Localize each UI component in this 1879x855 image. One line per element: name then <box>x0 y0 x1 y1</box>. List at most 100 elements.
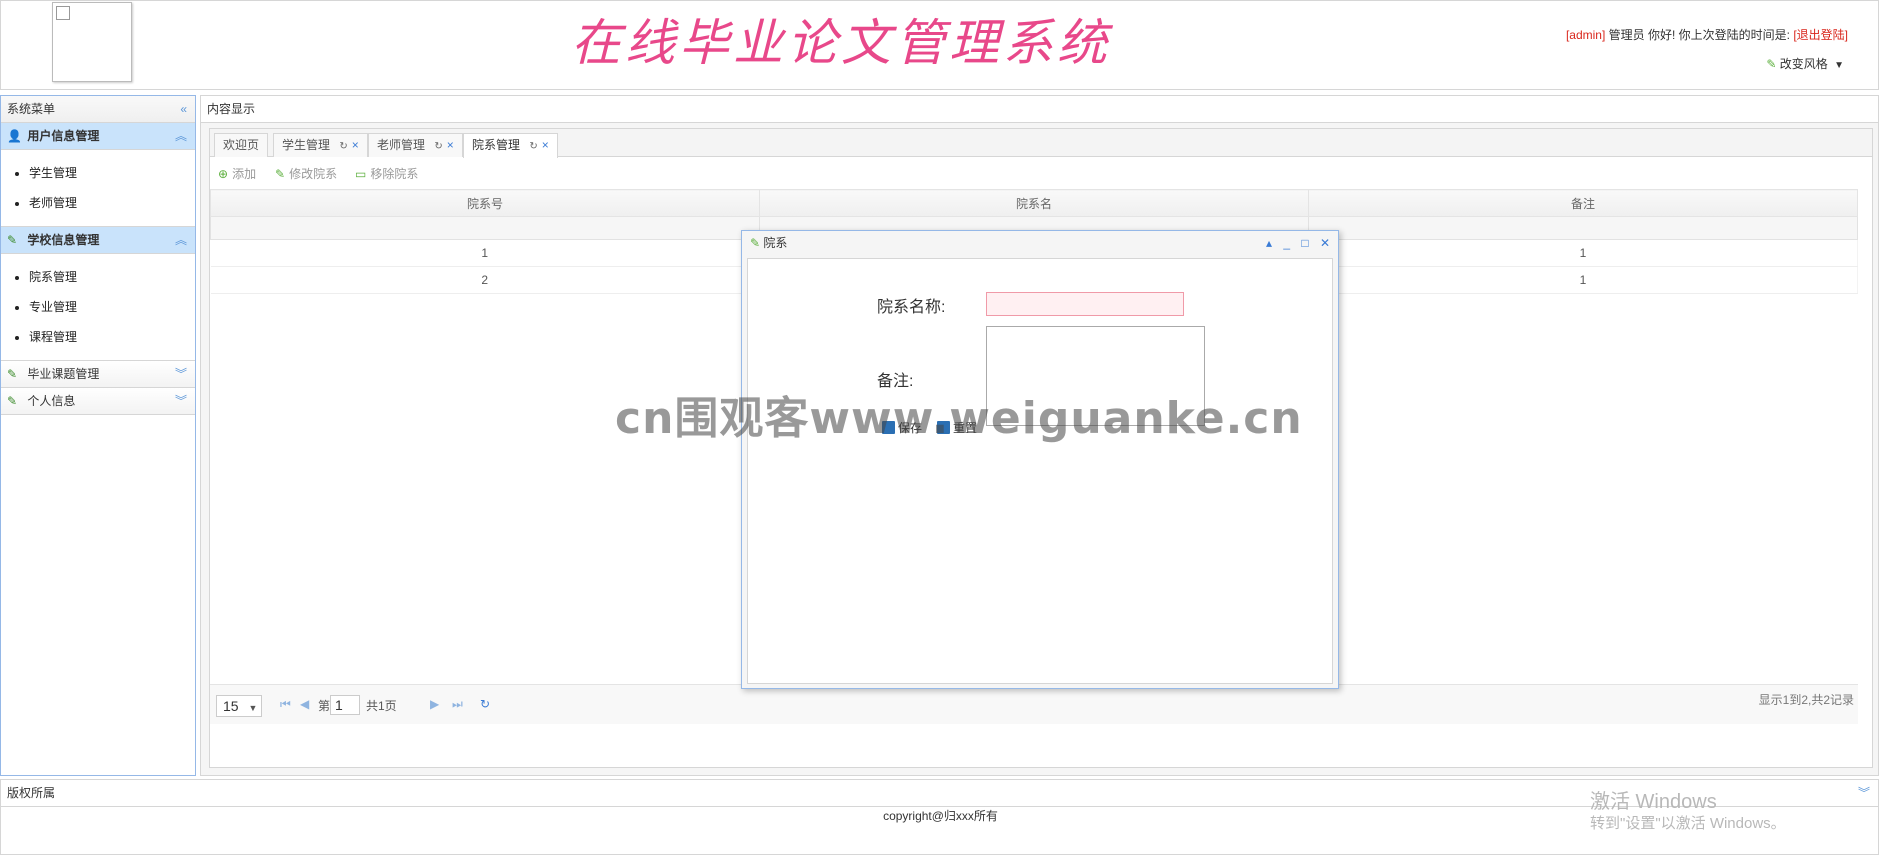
table-cell: 1 <box>210 239 760 267</box>
refresh-icon[interactable]: ↻ <box>480 697 490 711</box>
page-size-select[interactable]: 15 ▼ <box>216 695 262 717</box>
username: [admin] <box>1565 28 1606 42</box>
pencil-icon: ✎ <box>7 367 18 381</box>
watermark-text: cn围观客www.weiguanke.cn <box>615 393 1303 444</box>
user-info: [admin] 管理员 你好! 你上次登陆的时间是: [退出登陆] <box>1566 26 1848 43</box>
department-name-input[interactable] <box>986 292 1184 316</box>
refresh-icon[interactable]: ↻ <box>529 141 537 152</box>
dialog-tools: ▴ _ □ ✕ <box>1258 231 1330 255</box>
windows-activation-hint: 转到"设置"以激活 Windows。 <box>1590 815 1786 832</box>
caret-down-icon: ▼ <box>248 703 258 713</box>
column-header[interactable]: 院系名 <box>759 189 1309 217</box>
expand-down-icon[interactable]: ︾ <box>175 361 187 387</box>
accordion-thesis-topics[interactable]: ✎ 毕业课题管理 ︾ <box>1 361 195 388</box>
refresh-icon[interactable]: ↻ <box>434 141 442 152</box>
remove-department-button[interactable]: ▭ 移除院系 <box>355 159 418 189</box>
tab-label: 老师管理 <box>377 138 426 152</box>
edit-department-button[interactable]: ✎ 修改院系 <box>275 159 337 189</box>
last-page-icon[interactable]: ⏭ <box>452 697 463 712</box>
close-icon[interactable]: × <box>352 138 359 152</box>
accordion-label: 毕业课题管理 <box>27 367 100 381</box>
close-icon[interactable]: × <box>447 138 454 152</box>
pencil-icon: ✎ <box>7 394 18 408</box>
edit-label: 修改院系 <box>289 167 338 181</box>
table-cell: 1 <box>1308 239 1858 267</box>
filter-cell[interactable] <box>210 216 760 240</box>
tab-welcome[interactable]: 欢迎页 <box>214 133 269 157</box>
site-title: 在线毕业论文管理系统 <box>571 14 1111 72</box>
tab-label: 院系管理 <box>472 138 521 152</box>
grid-toolbar: ⊕ 添加 ✎ 修改院系 ▭ 移除院系 <box>210 159 1872 189</box>
accordion-school-info[interactable]: ✎ 学校信息管理 ︽ <box>1 227 195 254</box>
department-name-label: 院系名称: <box>877 299 946 316</box>
caret-down-icon: ▼ <box>1834 60 1844 71</box>
add-button[interactable]: ⊕ 添加 <box>218 159 256 189</box>
add-icon: ⊕ <box>218 167 229 181</box>
logo-image <box>52 2 132 82</box>
page-total: 共1页 <box>366 699 397 713</box>
change-style-label: 改变风格 <box>1779 57 1828 71</box>
next-page-icon[interactable]: ▶ <box>430 697 439 711</box>
tab-label: 学生管理 <box>282 138 331 152</box>
sidebar-item-departments[interactable]: 院系管理 <box>29 262 195 292</box>
broken-image-icon <box>56 6 70 20</box>
collapse-left-icon[interactable]: « <box>180 96 187 122</box>
close-icon[interactable]: ✕ <box>1320 236 1330 250</box>
accordion-personal-info[interactable]: ✎ 个人信息 ︾ <box>1 388 195 415</box>
sidebar-header: 系统菜单 « <box>1 96 195 123</box>
logout-link[interactable]: [退出登陆] <box>1793 28 1848 42</box>
page-number-value: 1 <box>335 697 343 713</box>
tab-label: 欢迎页 <box>223 138 260 152</box>
close-icon[interactable]: × <box>542 138 549 152</box>
remove-icon: ▭ <box>355 167 367 181</box>
tab-strip: 欢迎页 学生管理 ↻ × 老师管理 ↻ × 院系管理 ↻ × <box>210 129 1872 158</box>
app-header: 在线毕业论文管理系统 [admin] 管理员 你好! 你上次登陆的时间是: [退… <box>0 0 1879 90</box>
accordion-label: 学校信息管理 <box>27 233 100 247</box>
accordion-body-user: 学生管理 老师管理 <box>1 150 195 227</box>
page-number-input[interactable]: 1 <box>330 695 360 715</box>
maximize-icon[interactable]: □ <box>1301 236 1308 250</box>
accordion-user-info[interactable]: 👤 用户信息管理 ︽ <box>1 123 195 150</box>
sidebar-item-teachers[interactable]: 老师管理 <box>29 188 195 218</box>
expand-down-icon[interactable]: ︾ <box>175 388 187 414</box>
collapse-up-icon[interactable]: ︽ <box>175 227 187 253</box>
user-icon: 👤 <box>7 129 22 143</box>
table-cell: 1 <box>1308 266 1858 294</box>
pencil-icon: ✎ <box>275 167 286 181</box>
tab-teachers[interactable]: 老师管理 ↻ × <box>368 133 463 157</box>
sidebar-item-courses[interactable]: 课程管理 <box>29 322 195 352</box>
department-dialog: ✎ 院系 ▴ _ □ ✕ 院系名称: 备注: 保存 重置 <box>741 230 1339 689</box>
greeting-text: 管理员 你好! 你上次登陆的时间是: <box>1608 28 1790 42</box>
pagination-bar: 15 ▼ ⏮ ◀ 第 1 共1页 ▶ ⏭ ↻ 显示1到2,共2记录 <box>210 684 1858 724</box>
tab-students[interactable]: 学生管理 ↻ × <box>273 133 368 157</box>
minimize-icon[interactable]: _ <box>1283 236 1290 250</box>
change-style-menu[interactable]: ✎ 改变风格 ▼ <box>1766 55 1844 72</box>
prev-page-icon[interactable]: ◀ <box>300 697 309 711</box>
sidebar: 系统菜单 « 👤 用户信息管理 ︽ 学生管理 老师管理 ✎ 学校信息管理 ︽ 院… <box>0 95 196 776</box>
content-title: 内容显示 <box>207 102 256 116</box>
pencil-icon: ✎ <box>750 236 761 250</box>
tab-departments[interactable]: 院系管理 ↻ × <box>463 133 558 158</box>
first-page-icon[interactable]: ⏮ <box>280 697 291 712</box>
dialog-body: 院系名称: 备注: 保存 重置 <box>747 258 1333 684</box>
content-header: 内容显示 <box>201 96 1878 123</box>
dialog-header[interactable]: ✎ 院系 ▴ _ □ ✕ <box>742 231 1338 255</box>
filter-cell[interactable] <box>1308 216 1858 240</box>
page-prefix: 第 <box>318 699 331 713</box>
table-cell: 2 <box>210 266 760 294</box>
accordion-body-school: 院系管理 专业管理 课程管理 <box>1 254 195 361</box>
footer-title: 版权所属 <box>7 786 56 800</box>
sidebar-item-majors[interactable]: 专业管理 <box>29 292 195 322</box>
sidebar-item-students[interactable]: 学生管理 <box>29 158 195 188</box>
refresh-icon[interactable]: ↻ <box>339 141 347 152</box>
column-header[interactable]: 院系号 <box>210 189 760 217</box>
column-header[interactable]: 备注 <box>1308 189 1858 217</box>
pencil-icon: ✎ <box>7 233 18 247</box>
pager-info: 显示1到2,共2记录 <box>1758 693 1854 707</box>
expand-down-icon[interactable]: ︾ <box>1858 780 1870 806</box>
windows-activation-title: 激活 Windows <box>1590 791 1717 813</box>
collapse-icon[interactable]: ▴ <box>1266 236 1272 250</box>
remove-label: 移除院系 <box>370 167 419 181</box>
collapse-up-icon[interactable]: ︽ <box>175 123 187 149</box>
page-size-value: 15 <box>223 698 239 714</box>
